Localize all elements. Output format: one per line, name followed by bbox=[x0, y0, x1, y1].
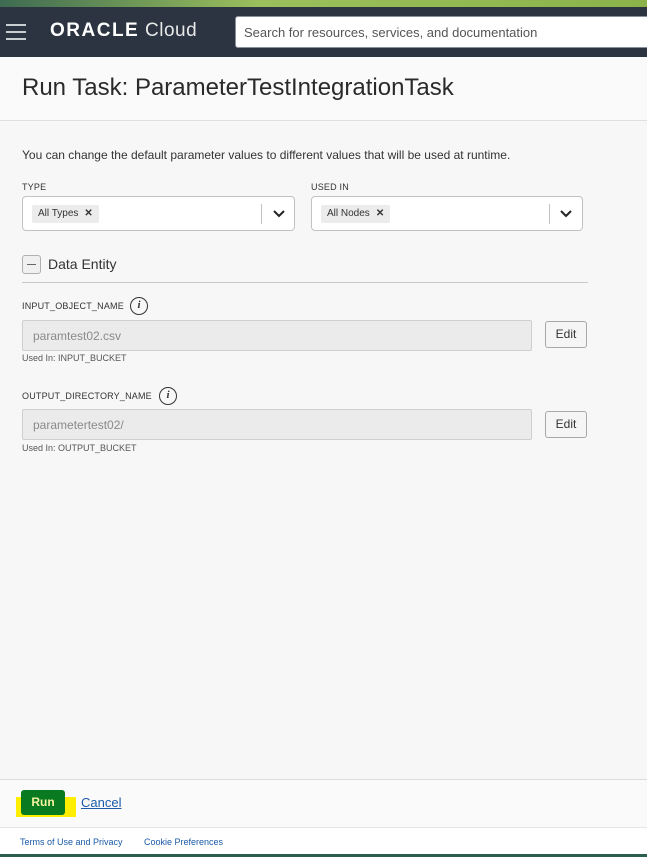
edit-output-directory-name-button[interactable]: Edit bbox=[545, 411, 587, 438]
run-button-label: Run bbox=[31, 795, 55, 809]
section-title: Data Entity bbox=[48, 256, 117, 272]
used-in-text: Used In: OUTPUT_BUCKET bbox=[22, 443, 137, 453]
oracle-cloud-logo[interactable]: ORACLE Cloud bbox=[50, 20, 197, 42]
type-filter-select[interactable]: All Types ✕ bbox=[22, 196, 295, 231]
footer-links: Terms of Use and Privacy Cookie Preferen… bbox=[0, 827, 647, 854]
used-in-text: Used In: INPUT_BUCKET bbox=[22, 353, 127, 363]
hamburger-menu-icon[interactable] bbox=[6, 24, 26, 40]
output-directory-name-field[interactable] bbox=[22, 409, 532, 440]
type-filter-chip: All Types ✕ bbox=[32, 205, 99, 223]
param-label-input-object-name: INPUT_OBJECT_NAME bbox=[22, 301, 124, 311]
collapse-icon[interactable] bbox=[22, 255, 41, 274]
info-icon[interactable]: i bbox=[130, 297, 148, 315]
terms-of-use-link[interactable]: Terms of Use and Privacy bbox=[20, 837, 123, 847]
page-title: Run Task: ParameterTestIntegrationTask bbox=[22, 74, 454, 101]
type-chip-label: All Types bbox=[38, 208, 79, 219]
logo-product-text: Cloud bbox=[145, 20, 198, 41]
type-filter-label: TYPE bbox=[22, 182, 47, 192]
used-in-filter-label: USED IN bbox=[311, 182, 349, 192]
search-input[interactable] bbox=[235, 16, 647, 48]
used-in-filter-chip: All Nodes ✕ bbox=[321, 205, 391, 223]
edit-input-object-name-button[interactable]: Edit bbox=[545, 321, 587, 348]
remove-used-in-chip-icon[interactable]: ✕ bbox=[376, 208, 384, 219]
cookie-preferences-link[interactable]: Cookie Preferences bbox=[144, 837, 223, 847]
param-label-output-directory-name: OUTPUT_DIRECTORY_NAME bbox=[22, 391, 152, 401]
remove-type-chip-icon[interactable]: ✕ bbox=[84, 208, 92, 219]
select-divider bbox=[549, 204, 550, 224]
intro-text: You can change the default parameter val… bbox=[22, 148, 511, 162]
top-accent-bar bbox=[0, 0, 647, 7]
cancel-link[interactable]: Cancel bbox=[81, 795, 121, 810]
page-header: Run Task: ParameterTestIntegrationTask bbox=[0, 57, 647, 121]
chevron-down-icon[interactable] bbox=[271, 206, 287, 222]
used-in-chip-label: All Nodes bbox=[327, 208, 370, 219]
logo-brand-text: ORACLE bbox=[50, 20, 140, 41]
input-object-name-field[interactable] bbox=[22, 320, 532, 351]
top-navigation-bar: ORACLE Cloud bbox=[0, 7, 647, 57]
run-button[interactable]: Run bbox=[21, 790, 65, 815]
info-icon[interactable]: i bbox=[159, 387, 177, 405]
chevron-down-icon[interactable] bbox=[558, 206, 574, 222]
section-divider bbox=[22, 282, 588, 283]
select-divider bbox=[261, 204, 262, 224]
used-in-filter-select[interactable]: All Nodes ✕ bbox=[311, 196, 583, 231]
